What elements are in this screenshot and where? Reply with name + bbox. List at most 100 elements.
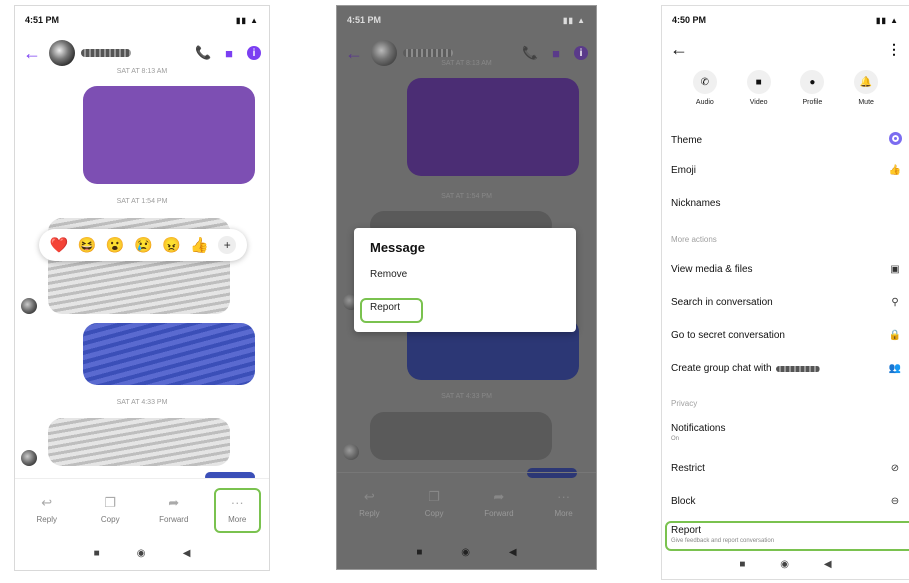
- video-icon: ■: [746, 70, 771, 94]
- copy-icon: ❐: [428, 489, 440, 504]
- forward-button[interactable]: ➦ Forward: [149, 489, 199, 530]
- phone-call-icon[interactable]: 📞: [522, 45, 538, 61]
- back-icon[interactable]: ◀: [824, 559, 832, 570]
- restrict-icon: ⊘: [890, 463, 900, 474]
- status-time: 4:50 PM: [672, 15, 707, 25]
- back-arrow-icon[interactable]: ←: [670, 39, 696, 60]
- notifications-row[interactable]: Notifications On: [671, 423, 903, 442]
- more-actions-header: More actions: [671, 235, 717, 244]
- more-reactions-icon[interactable]: +: [218, 236, 237, 254]
- lock-icon: 🔒: [888, 330, 902, 341]
- chat-screen-message-actions: 4:51 PM ▮▮ ▲ ← 📞 ■ i SAT AT 8:13 AM SAT …: [14, 5, 270, 571]
- copy-icon: ❐: [104, 495, 117, 510]
- video-call-icon[interactable]: ■: [552, 46, 560, 61]
- home-icon[interactable]: ◉: [137, 548, 146, 559]
- mute-action[interactable]: 🔔 Mute: [854, 70, 879, 106]
- recents-icon[interactable]: ■: [416, 547, 422, 558]
- theme-row[interactable]: Theme: [671, 132, 903, 148]
- phone-call-icon[interactable]: 📞: [195, 45, 211, 61]
- sad-reaction-icon[interactable]: 😢: [134, 236, 153, 254]
- settings-header: ← ⋮: [662, 30, 909, 68]
- android-nav-bar: ■ ◉ ◀: [662, 549, 909, 579]
- heart-reaction-icon[interactable]: ❤️: [50, 236, 69, 254]
- sender-avatar: [343, 444, 359, 460]
- nicknames-row[interactable]: Nicknames: [671, 198, 903, 209]
- quick-actions: ✆ Audio ■ Video ● Profile 🔔 Mute: [662, 70, 909, 106]
- privacy-header: Privacy: [671, 399, 698, 408]
- more-icon: ···: [557, 489, 571, 504]
- emoji-row[interactable]: Emoji 👍: [671, 165, 903, 176]
- purple-message-bubble[interactable]: [407, 78, 579, 176]
- avatar[interactable]: [49, 40, 75, 66]
- view-media-row[interactable]: View media & files ▣: [671, 264, 903, 275]
- conversation-settings-screen: 4:50 PM ▮▮ ▲ ← ⋮ ✆ Audio ■ Video ● Profile …: [661, 5, 909, 580]
- notifications-status: On: [671, 436, 680, 442]
- redacted-contact-name: [81, 49, 131, 57]
- forward-icon: ➦: [168, 495, 180, 510]
- home-icon[interactable]: ◉: [780, 559, 789, 570]
- status-icons: ▮▮ ▲: [876, 15, 899, 25]
- purple-message-bubble[interactable]: [83, 86, 255, 184]
- redacted-contact-name: [775, 365, 820, 372]
- bell-icon: 🔔: [854, 70, 879, 94]
- secret-conversation-row[interactable]: Go to secret conversation 🔒: [671, 330, 903, 341]
- reply-icon: ↩: [41, 495, 53, 510]
- status-icons: ▮▮ ▲: [563, 15, 586, 25]
- timestamp: SAT AT 1:54 PM: [441, 193, 492, 200]
- reply-icon: ↩: [363, 489, 375, 504]
- timestamp: SAT AT 4:33 PM: [116, 399, 168, 406]
- theme-color-icon: [887, 132, 903, 148]
- restrict-row[interactable]: Restrict ⊘: [671, 463, 903, 474]
- remove-option[interactable]: Remove: [370, 269, 560, 280]
- report-row-highlight: [665, 521, 909, 551]
- thumbs-up-icon: 👍: [888, 165, 902, 176]
- sender-avatar: [21, 298, 37, 314]
- video-call-icon[interactable]: ■: [225, 46, 233, 61]
- reply-button[interactable]: ↩ Reply: [344, 483, 394, 524]
- angry-reaction-icon[interactable]: 😠: [162, 236, 181, 254]
- recents-icon[interactable]: ■: [739, 559, 745, 570]
- forward-button[interactable]: ➦ Forward: [474, 483, 524, 524]
- android-nav-bar: ■ ◉ ◀: [337, 535, 596, 569]
- create-group-row[interactable]: Create group chat with 👥: [671, 363, 903, 374]
- laugh-reaction-icon[interactable]: 😆: [78, 236, 97, 254]
- report-option-highlight: [360, 298, 423, 323]
- copy-button[interactable]: ❐ Copy: [409, 483, 459, 524]
- back-arrow-icon[interactable]: ←: [23, 43, 49, 64]
- recents-icon[interactable]: ■: [94, 548, 100, 559]
- received-message-bubble[interactable]: [370, 412, 552, 460]
- copy-button[interactable]: ❐ Copy: [85, 489, 135, 530]
- search-icon: ⚲: [891, 297, 899, 308]
- reaction-bar: ❤️ 😆 😮 😢 😠 👍 +: [39, 229, 247, 261]
- search-conversation-row[interactable]: Search in conversation ⚲: [671, 297, 903, 308]
- back-icon[interactable]: ◀: [183, 548, 191, 559]
- audio-action[interactable]: ✆ Audio: [692, 70, 717, 106]
- info-icon[interactable]: i: [247, 46, 261, 60]
- received-message-bubble[interactable]: [48, 418, 230, 466]
- status-icons: ▮▮ ▲: [236, 15, 259, 25]
- chat-header: ← 📞 ■ i: [15, 34, 269, 72]
- reply-button[interactable]: ↩ Reply: [22, 489, 72, 530]
- status-bar: 4:51 PM ▮▮ ▲: [337, 6, 596, 34]
- forward-icon: ➦: [493, 489, 505, 504]
- sender-avatar: [21, 450, 37, 466]
- block-icon: ⊖: [890, 496, 900, 507]
- chat-screen-message-dialog: 4:51 PM ▮▮ ▲ ← 📞 ■ i SAT AT 8:13 AM SAT …: [336, 5, 597, 570]
- overflow-menu-icon[interactable]: ⋮: [887, 41, 901, 58]
- info-icon[interactable]: i: [574, 46, 588, 60]
- message-action-toolbar: ↩ Reply ❐ Copy ➦ Forward ··· More: [337, 472, 596, 534]
- image-icon: ▣: [890, 264, 900, 275]
- profile-action[interactable]: ● Profile: [800, 70, 825, 106]
- status-time: 4:51 PM: [25, 15, 60, 25]
- thumbs-up-reaction-icon[interactable]: 👍: [190, 236, 209, 254]
- group-icon: 👥: [888, 363, 902, 374]
- home-icon[interactable]: ◉: [461, 547, 470, 558]
- status-bar: 4:51 PM ▮▮ ▲: [15, 6, 269, 34]
- more-button[interactable]: ··· More: [539, 483, 589, 524]
- wow-reaction-icon[interactable]: 😮: [106, 236, 125, 254]
- video-action[interactable]: ■ Video: [746, 70, 771, 106]
- blue-message-bubble[interactable]: [83, 323, 255, 385]
- back-icon[interactable]: ◀: [509, 547, 517, 558]
- block-row[interactable]: Block ⊖: [671, 496, 903, 507]
- status-time: 4:51 PM: [347, 15, 382, 25]
